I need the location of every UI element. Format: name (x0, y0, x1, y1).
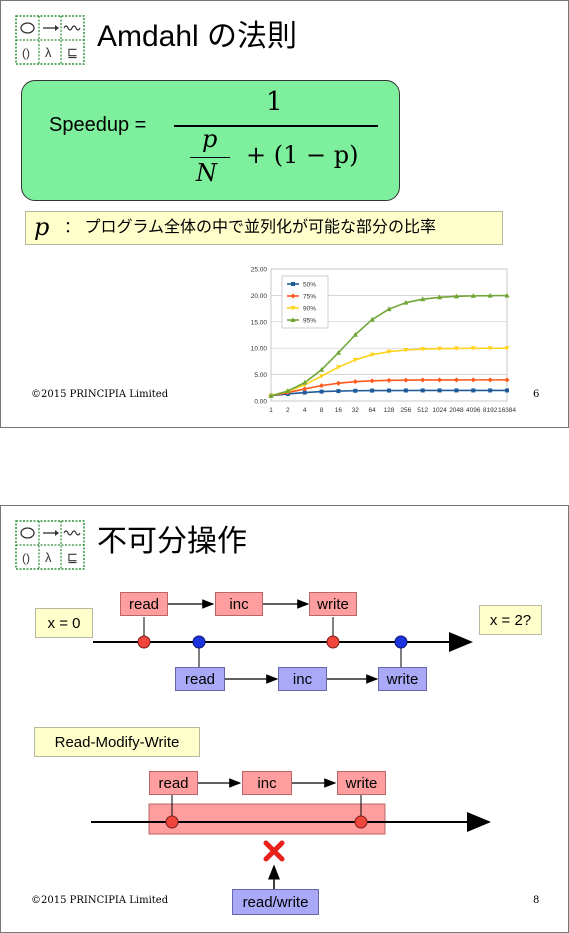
svg-text:(): () (22, 46, 30, 60)
x-tick-label: 8192 (483, 407, 498, 414)
speedup-formula: Speedup = 1 p N + (1 − p) (21, 80, 400, 201)
y-tick-label: 25.00 (251, 267, 268, 274)
x-tick-label: 1 (269, 407, 273, 414)
page-number: 6 (533, 389, 540, 400)
principia-logo-icon: () λ ⊑ (15, 15, 85, 65)
timeline-diagram (91, 599, 491, 889)
thread1-inc: inc (215, 592, 263, 616)
slide-title: Amdahl の法則 (97, 20, 298, 53)
atomic-region (148, 803, 386, 835)
page-number: 8 (533, 895, 540, 906)
data-point (403, 388, 408, 393)
write-event-dot (354, 815, 368, 829)
data-point (387, 388, 391, 393)
thread2-inc: inc (278, 667, 327, 691)
atomic-inc: inc (242, 771, 292, 795)
x-tick-label: 4096 (466, 407, 481, 414)
rmw-label: Read-Modify-Write (34, 727, 200, 757)
data-point (471, 388, 476, 393)
data-point (437, 388, 442, 393)
x-tick-label: 4 (303, 407, 307, 414)
note-text: ： プログラム全体の中で並列化が可能な部分の比率 (64, 219, 436, 236)
variable-note: p ： プログラム全体の中で並列化が可能な部分の比率 (25, 211, 503, 245)
data-point (505, 388, 509, 393)
data-point (353, 388, 358, 393)
thread1-read: read (120, 592, 168, 616)
read-event-dot (165, 815, 179, 829)
x-tick-label: 2048 (449, 407, 464, 414)
thread1-write: write (309, 592, 357, 616)
formula-p: p (202, 125, 218, 153)
x-initial-label: x = 0 (35, 608, 93, 638)
x-tick-label: 256 (400, 407, 411, 414)
legend-label: 95% (303, 317, 316, 324)
svg-text:λ: λ (45, 45, 52, 60)
x-tick-label: 1024 (432, 407, 447, 414)
data-point (488, 388, 493, 393)
blocked-x-icon (263, 840, 285, 862)
formula-numerator: 1 (266, 87, 283, 117)
y-tick-label: 5.00 (254, 372, 267, 379)
legend-label: 75% (303, 293, 316, 300)
x-tick-label: 8 (320, 407, 324, 414)
y-tick-label: 15.00 (251, 319, 268, 326)
formula-lhs: Speedup = (49, 114, 147, 136)
thread2-write: write (378, 667, 427, 691)
formula-n: N (196, 159, 217, 187)
data-point (454, 388, 459, 393)
footer-copyright: ©2015 PRINCIPIA Limited (31, 895, 169, 906)
atomic-read: read (149, 771, 198, 795)
write-event-dot (326, 635, 340, 649)
x-result-label: x = 2? (479, 605, 542, 635)
x-tick-label: 2 (286, 407, 290, 414)
footer-copyright: ©2015 PRINCIPIA Limited (31, 389, 169, 400)
speedup-chart: 0.00 5.00 10.00 15.00 20.00 25.00 1 2 4 8 16 32 64 12… (251, 267, 517, 415)
x-tick-label: 32 (352, 407, 360, 414)
slide-amdahl: () λ ⊑ Amdahl の法則 Speedup = 1 p N + (1 −… (0, 0, 569, 428)
thread2-read: read (175, 667, 225, 691)
slide-atomic-operation: () λ ⊑ 不可分操作 x = 0 x = 2? read inc write… (0, 505, 569, 933)
y-tick-label: 20.00 (251, 293, 268, 300)
note-symbol: p (34, 213, 50, 241)
read-event-dot (137, 635, 151, 649)
read-event-dot (192, 635, 206, 649)
write-event-dot (394, 635, 408, 649)
x-tick-label: 16384 (498, 407, 516, 414)
blocked-read-write: read/write (232, 889, 319, 915)
data-point (336, 389, 341, 394)
formula-tail: + (1 − p) (246, 141, 359, 169)
legend-label: 50% (303, 281, 316, 288)
x-tick-label: 512 (417, 407, 428, 414)
y-tick-label: 10.00 (251, 346, 268, 353)
data-point (319, 389, 324, 394)
atomic-write: write (337, 771, 386, 795)
data-point (420, 388, 425, 393)
svg-text:⊑: ⊑ (67, 45, 78, 60)
x-tick-label: 128 (384, 407, 395, 414)
data-point (370, 388, 375, 393)
legend-label: 90% (303, 305, 316, 312)
x-tick-label: 64 (369, 407, 377, 414)
y-tick-label: 0.00 (254, 399, 267, 406)
data-point (291, 282, 295, 286)
x-tick-label: 16 (335, 407, 343, 414)
